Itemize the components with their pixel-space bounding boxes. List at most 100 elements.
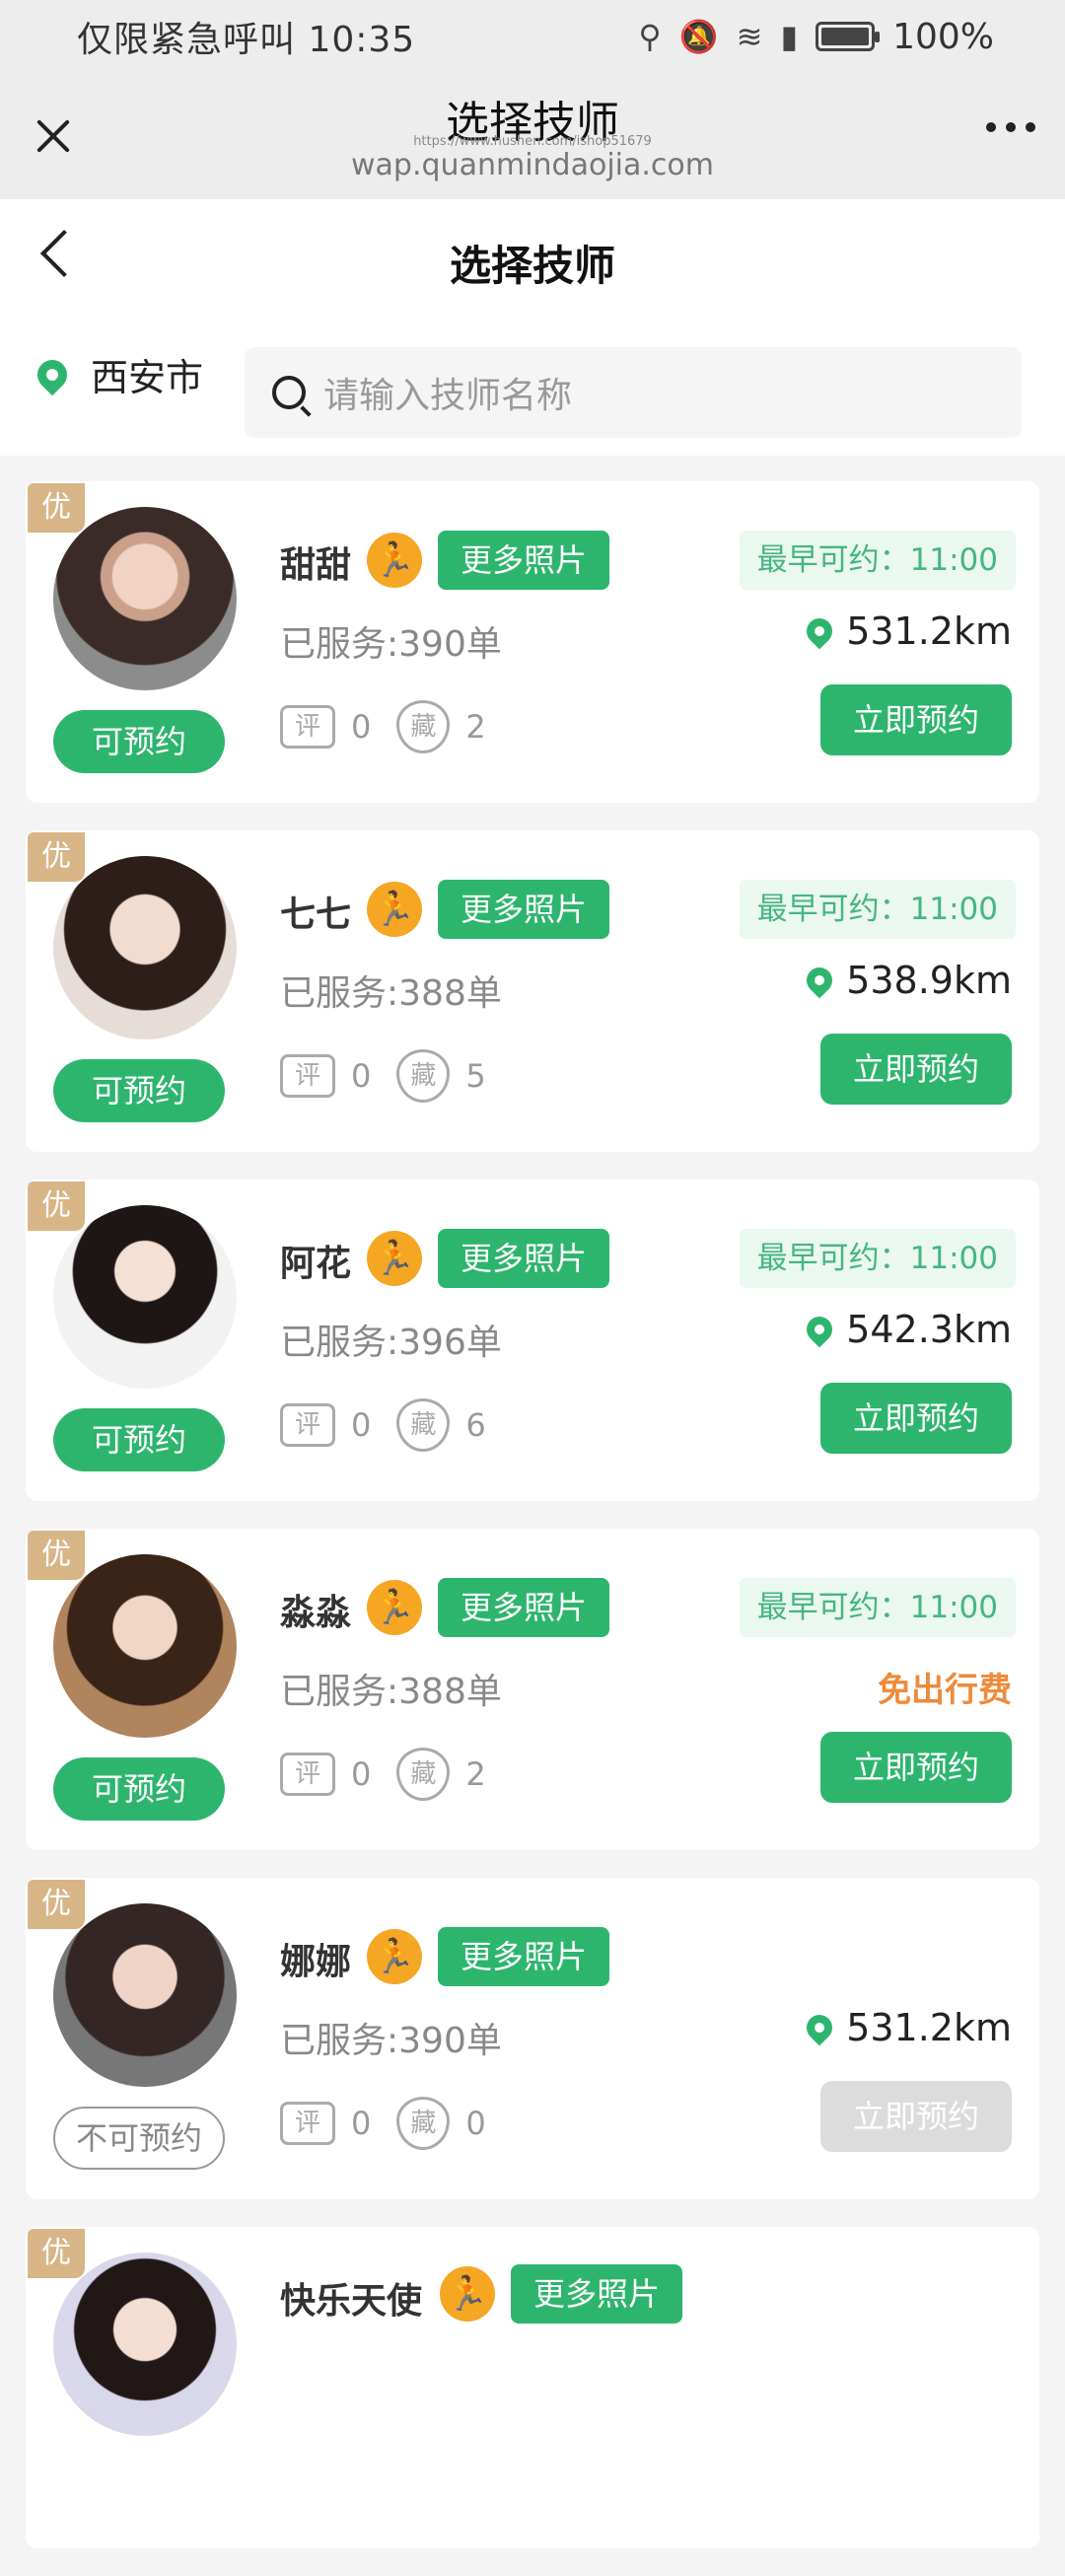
favorite-count: 0 — [465, 2105, 486, 2142]
book-now-button[interactable]: 立即预约 — [820, 1383, 1012, 1454]
premium-badge: 优 — [28, 832, 85, 882]
review-icon: 评 — [280, 705, 335, 749]
runner-icon: 🏃 — [367, 1929, 422, 1984]
location-pin-icon — [801, 2009, 838, 2046]
favorite-heart-icon[interactable]: 藏 — [396, 700, 451, 753]
review-count: 0 — [351, 1406, 372, 1444]
location-pin-icon — [801, 612, 838, 650]
status-bar: 仅限紧急呼叫 10:35 ⚲ 🔕 ≋ ▮ 100% — [0, 0, 1065, 73]
avatar[interactable] — [53, 1903, 237, 2087]
stats-row: 评 0 藏 6 — [280, 1398, 512, 1452]
stats-row: 评 0 藏 2 — [280, 700, 512, 753]
carrier-text: 仅限紧急呼叫 — [77, 20, 297, 60]
book-now-button[interactable]: 立即预约 — [820, 684, 1012, 755]
status-bar-right: ⚲ 🔕 ≋ ▮ 100% — [638, 17, 994, 57]
distance: 531.2km — [801, 609, 1012, 653]
earliest-value: 11:00 — [909, 1241, 998, 1276]
mute-bell-icon: 🔕 — [678, 18, 719, 55]
stats-row: 评 0 藏 2 — [280, 1748, 512, 1801]
review-count: 0 — [351, 2105, 372, 2142]
favorite-heart-icon[interactable]: 藏 — [396, 1398, 451, 1452]
watermark-url: https://www.hushen.com/ishop51679 — [413, 134, 652, 149]
search-input[interactable]: 请输入技师名称 — [245, 347, 1022, 438]
city-selector[interactable]: 西安市 — [31, 347, 204, 401]
served-count: 已服务:390单 — [280, 2021, 502, 2061]
earliest-label: 最早可约： — [756, 542, 910, 578]
earliest-time: 最早可约：11:00 — [739, 531, 1016, 590]
technician-card[interactable]: 优 快乐天使 🏃 更多照片 — [26, 2227, 1039, 2548]
favorite-count: 2 — [465, 1755, 486, 1793]
served-count: 已服务:396单 — [280, 1323, 502, 1363]
technician-list: 优 可预约 甜甜 🏃 更多照片 已服务:390单 评 0 藏 2 最早可约：11… — [26, 481, 1039, 2576]
premium-badge: 优 — [28, 1181, 85, 1231]
earliest-time: 最早可约：11:00 — [739, 1578, 1016, 1637]
book-now-button[interactable]: 立即预约 — [820, 1732, 1012, 1803]
more-photos-button[interactable]: 更多照片 — [511, 2264, 682, 2324]
avatar[interactable] — [53, 2253, 237, 2436]
runner-icon: 🏃 — [367, 533, 422, 588]
review-icon: 评 — [280, 1753, 335, 1796]
runner-icon: 🏃 — [440, 2266, 495, 2322]
technician-card[interactable]: 优 不可预约 娜娜 🏃 更多照片 已服务:390单 评 0 藏 0 531.2k… — [26, 1878, 1039, 2199]
status-bar-left: 仅限紧急呼叫 10:35 — [77, 11, 638, 62]
clock: 10:35 — [308, 20, 416, 60]
technician-card[interactable]: 优 可预约 七七 🏃 更多照片 已服务:388单 评 0 藏 5 最早可约：11… — [26, 830, 1039, 1152]
location-pin-icon — [801, 1311, 838, 1348]
earliest-value: 11:00 — [909, 1590, 998, 1625]
favorite-count: 5 — [465, 1057, 486, 1095]
city-name: 西安市 — [91, 356, 204, 399]
avatar[interactable] — [53, 856, 237, 1039]
review-icon: 评 — [280, 1403, 335, 1447]
more-photos-button[interactable]: 更多照片 — [438, 1229, 609, 1288]
availability-status: 可预约 — [53, 1059, 225, 1122]
availability-status: 不可预约 — [53, 2107, 225, 2170]
distance: 542.3km — [801, 1308, 1012, 1351]
avatar[interactable] — [53, 1554, 237, 1738]
technician-card[interactable]: 优 可预约 甜甜 🏃 更多照片 已服务:390单 评 0 藏 2 最早可约：11… — [26, 481, 1039, 803]
premium-badge: 优 — [28, 2229, 85, 2278]
book-now-button[interactable]: 立即预约 — [820, 2081, 1012, 2152]
page-title: 选择技师 — [449, 242, 615, 290]
served-count: 已服务:388单 — [280, 973, 502, 1014]
technician-name: 快乐天使 — [280, 2281, 423, 2322]
book-now-button[interactable]: 立即预约 — [820, 1034, 1012, 1105]
distance: 531.2km — [801, 2006, 1012, 2049]
technician-name: 七七 — [280, 894, 352, 935]
availability-status: 可预约 — [53, 1757, 225, 1821]
more-photos-button[interactable]: 更多照片 — [438, 531, 609, 590]
favorite-heart-icon[interactable]: 藏 — [396, 1049, 451, 1103]
more-photos-button[interactable]: 更多照片 — [438, 1927, 609, 1986]
more-icon[interactable] — [986, 122, 1035, 132]
review-icon: 评 — [280, 2102, 335, 2145]
runner-icon: 🏃 — [367, 1580, 422, 1635]
premium-badge: 优 — [28, 1880, 85, 1929]
wifi-icon: ≋ — [736, 18, 763, 55]
stats-row: 评 0 藏 5 — [280, 1049, 512, 1103]
wechat-url: https://www.hushen.com/ishop51679 wap.qu… — [0, 134, 1065, 182]
more-photos-button[interactable]: 更多照片 — [438, 1578, 609, 1637]
avatar[interactable] — [53, 1205, 237, 1389]
earliest-time: 最早可约：11:00 — [739, 880, 1016, 939]
more-photos-button[interactable]: 更多照片 — [438, 880, 609, 939]
technician-card[interactable]: 优 可预约 淼淼 🏃 更多照片 已服务:388单 评 0 藏 2 最早可约：11… — [26, 1529, 1039, 1850]
runner-icon: 🏃 — [367, 1231, 422, 1286]
earliest-time: 最早可约：11:00 — [739, 1229, 1016, 1288]
technician-card[interactable]: 优 可预约 阿花 🏃 更多照片 已服务:396单 评 0 藏 6 最早可约：11… — [26, 1180, 1039, 1501]
technician-name: 阿花 — [280, 1244, 352, 1284]
battery-percent: 100% — [892, 16, 994, 57]
earliest-value: 11:00 — [909, 892, 998, 927]
earliest-value: 11:00 — [909, 542, 998, 578]
domain-text: wap.quanmindaojia.com — [351, 148, 714, 182]
availability-status: 可预约 — [53, 710, 225, 773]
search-icon — [272, 376, 306, 409]
avatar[interactable] — [53, 507, 237, 690]
earliest-label: 最早可约： — [756, 1590, 910, 1625]
earliest-label: 最早可约： — [756, 892, 910, 927]
distance-value: 538.9km — [846, 959, 1012, 1002]
favorite-heart-icon[interactable]: 藏 — [396, 2097, 451, 2150]
served-count: 已服务:390单 — [280, 624, 502, 665]
served-count: 已服务:388单 — [280, 1672, 502, 1712]
review-count: 0 — [351, 1057, 372, 1095]
favorite-count: 2 — [465, 708, 486, 746]
favorite-heart-icon[interactable]: 藏 — [396, 1748, 451, 1801]
